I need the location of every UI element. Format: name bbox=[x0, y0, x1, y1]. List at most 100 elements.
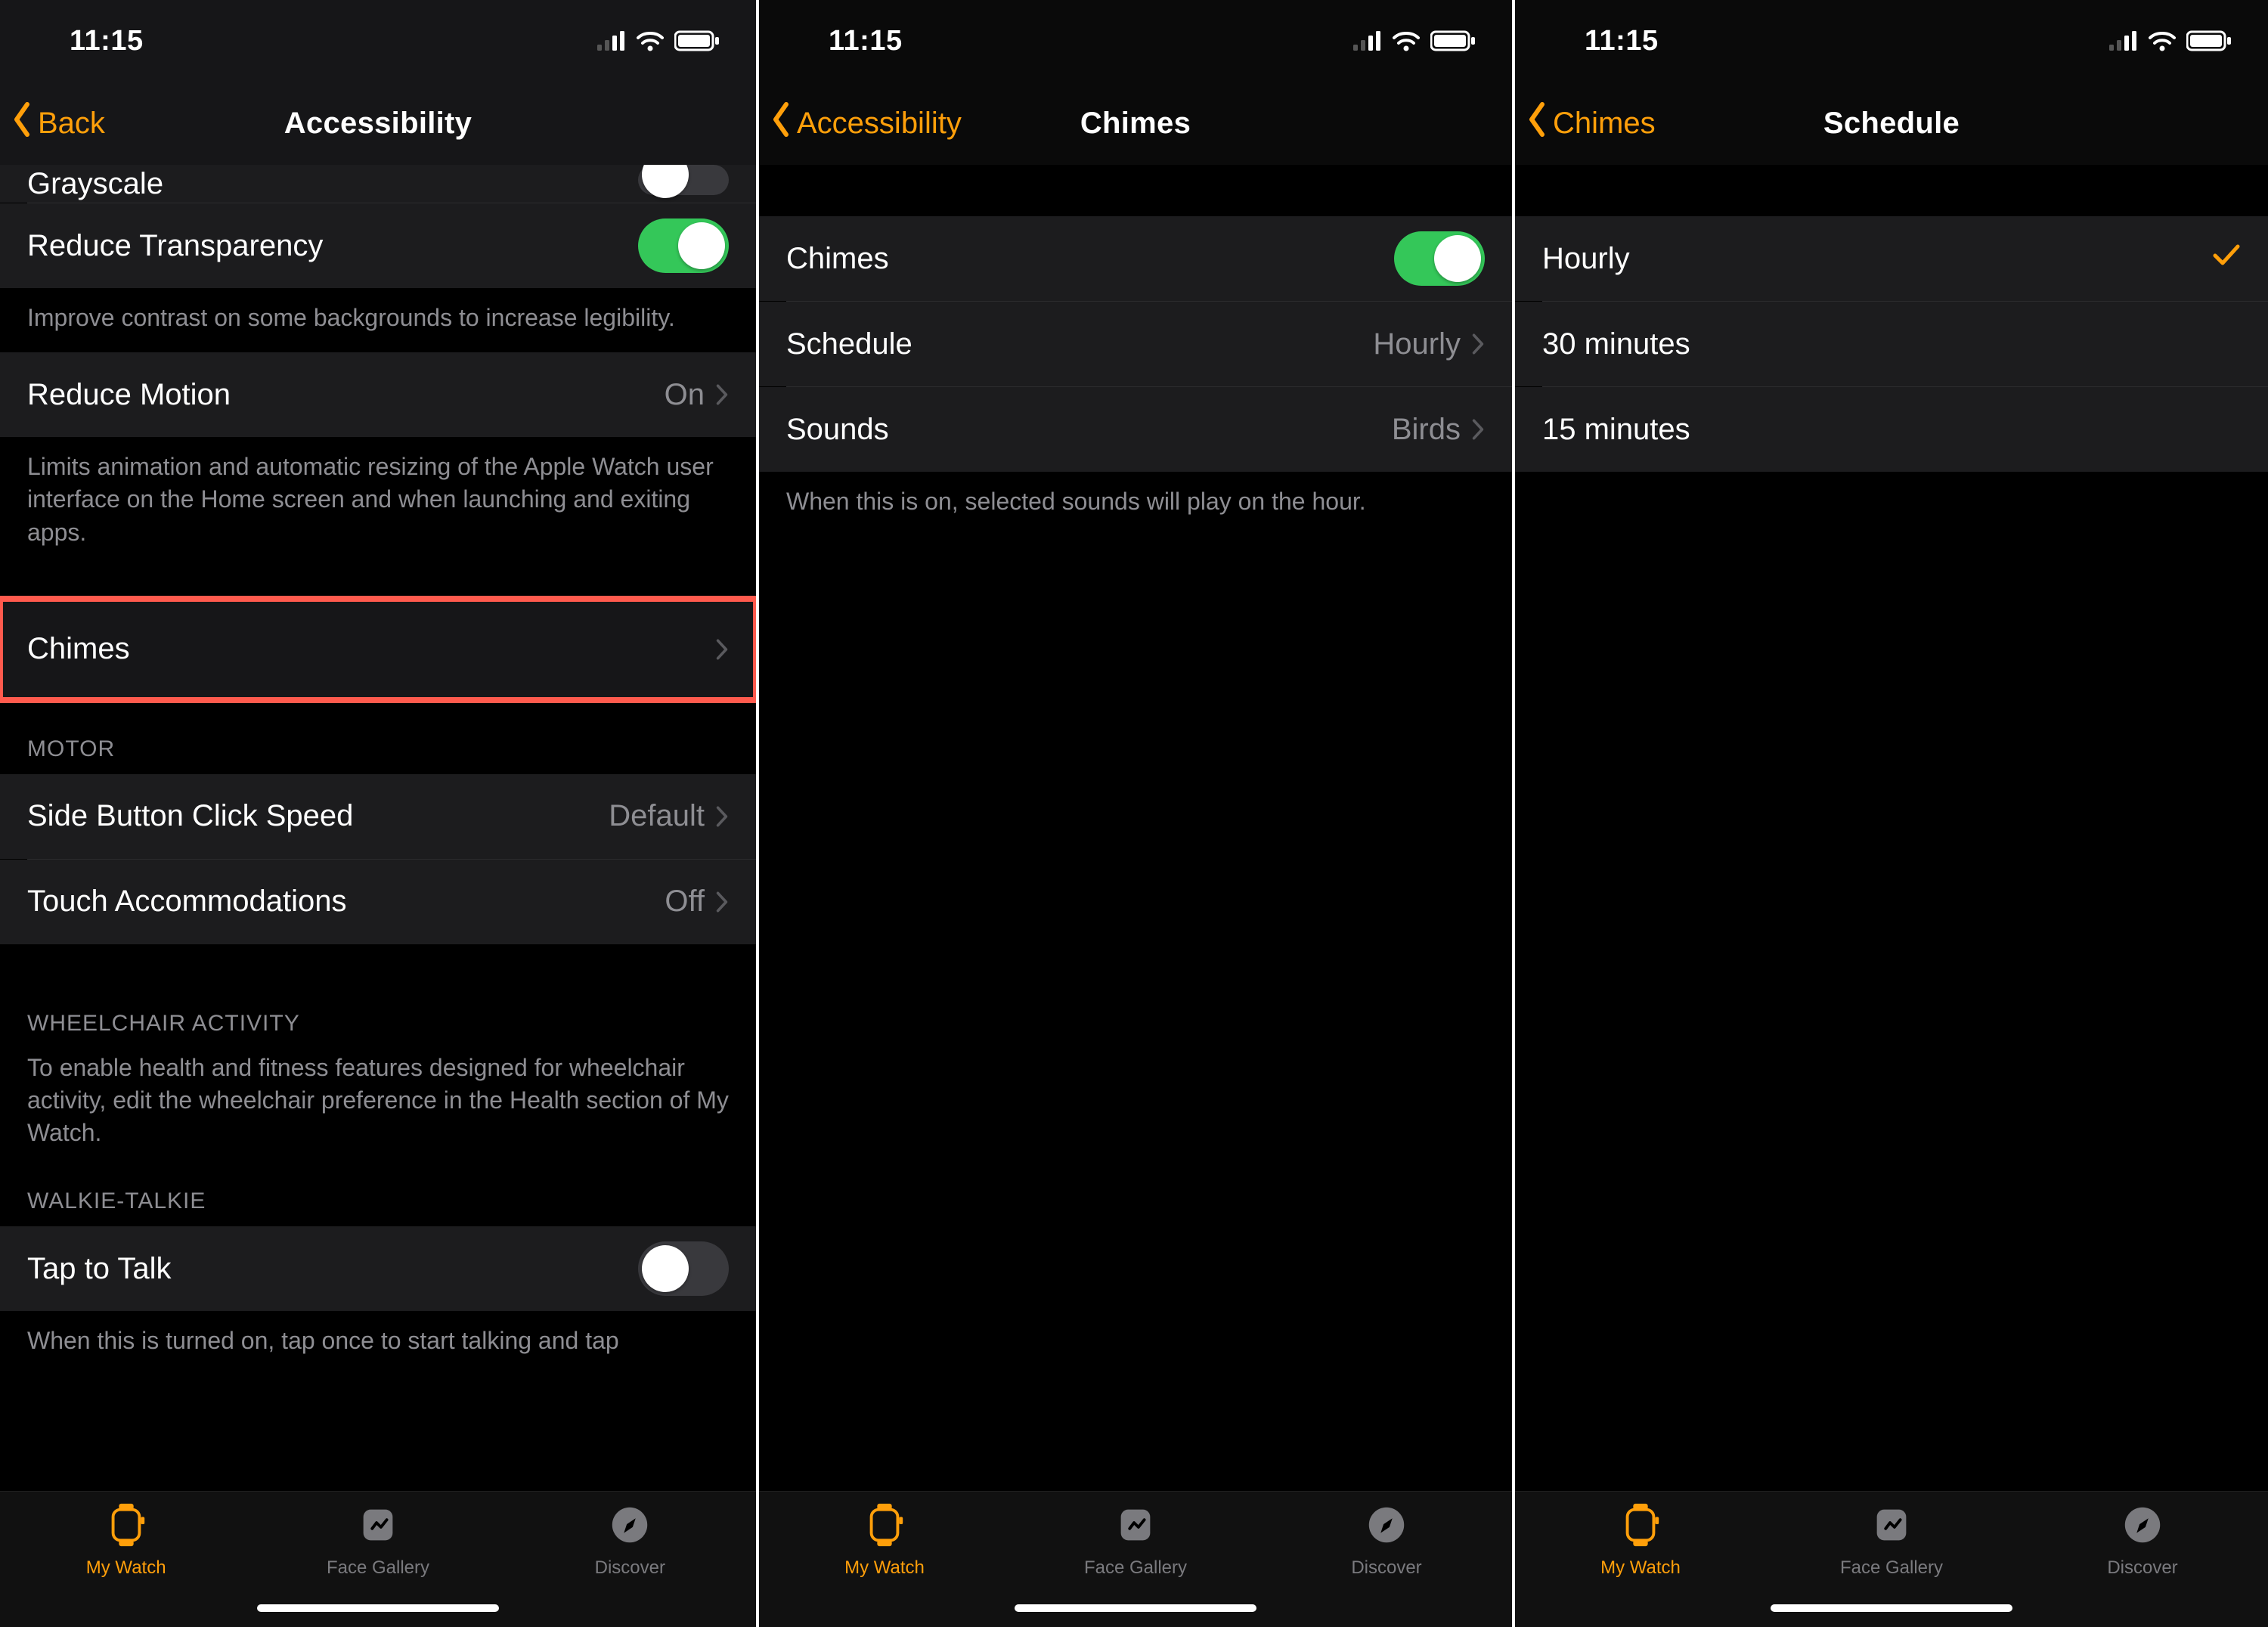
status-indicators bbox=[597, 29, 721, 52]
reduce-motion-value: On bbox=[665, 378, 705, 412]
triple-screenshot-stage: 11:15 Back Accessibility Grayscale Redu bbox=[0, 0, 2268, 1627]
option-label: 30 minutes bbox=[1542, 327, 1690, 361]
status-indicators bbox=[1353, 29, 1477, 52]
chevron-right-icon bbox=[1471, 418, 1485, 441]
tab-label: My Watch bbox=[1600, 1557, 1681, 1579]
screen-accessibility: 11:15 Back Accessibility Grayscale Redu bbox=[0, 0, 756, 1627]
chimes-note: When this is on, selected sounds will pl… bbox=[759, 472, 1512, 536]
grayscale-toggle[interactable] bbox=[638, 165, 729, 195]
tab-label: Face Gallery bbox=[1084, 1557, 1187, 1579]
row-schedule[interactable]: Schedule Hourly bbox=[759, 302, 1512, 386]
chevron-right-icon bbox=[1471, 333, 1485, 355]
row-option-hourly[interactable]: Hourly bbox=[1515, 216, 2268, 301]
home-indicator[interactable] bbox=[257, 1604, 499, 1612]
compass-icon bbox=[1362, 1502, 1411, 1553]
touch-accommodations-label: Touch Accommodations bbox=[27, 885, 346, 919]
cellular-signal-icon bbox=[1353, 29, 1382, 52]
row-option-15-minutes[interactable]: 15 minutes bbox=[1515, 387, 2268, 472]
schedule-value: Hourly bbox=[1373, 327, 1461, 361]
status-time: 11:15 bbox=[38, 25, 144, 57]
row-grayscale[interactable]: Grayscale bbox=[0, 165, 756, 203]
chevron-left-icon bbox=[11, 101, 33, 145]
section-header-wheelchair: WHEELCHAIR ACTIVITY bbox=[0, 944, 756, 1049]
battery-icon bbox=[2186, 29, 2233, 52]
tap-to-talk-label: Tap to Talk bbox=[27, 1252, 172, 1286]
back-button[interactable]: Back bbox=[11, 82, 105, 165]
tab-face-gallery[interactable]: Face Gallery bbox=[252, 1502, 503, 1579]
tab-my-watch[interactable]: My Watch bbox=[759, 1502, 1010, 1579]
tab-label: Discover bbox=[595, 1557, 665, 1579]
chevron-left-icon bbox=[1526, 101, 1548, 145]
status-bar: 11:15 bbox=[0, 0, 756, 82]
nav-bar: Accessibility Chimes bbox=[759, 82, 1512, 165]
status-indicators bbox=[2109, 29, 2233, 52]
compass-icon bbox=[2118, 1502, 2167, 1553]
watch-icon bbox=[1616, 1502, 1665, 1553]
tab-discover[interactable]: Discover bbox=[504, 1502, 756, 1579]
tab-my-watch[interactable]: My Watch bbox=[0, 1502, 252, 1579]
tap-to-talk-toggle[interactable] bbox=[638, 1241, 729, 1296]
tab-label: Discover bbox=[2107, 1557, 2177, 1579]
home-indicator[interactable] bbox=[1015, 1604, 1256, 1612]
back-button[interactable]: Chimes bbox=[1526, 82, 1656, 165]
tab-face-gallery[interactable]: Face Gallery bbox=[1766, 1502, 2017, 1579]
reduce-transparency-label: Reduce Transparency bbox=[27, 229, 323, 263]
home-indicator[interactable] bbox=[1771, 1604, 2012, 1612]
row-side-button-click-speed[interactable]: Side Button Click Speed Default bbox=[0, 774, 756, 859]
row-tap-to-talk[interactable]: Tap to Talk bbox=[0, 1226, 756, 1311]
battery-icon bbox=[674, 29, 721, 52]
tab-label: My Watch bbox=[86, 1557, 166, 1579]
row-touch-accommodations[interactable]: Touch Accommodations Off bbox=[0, 860, 756, 944]
chimes-label: Chimes bbox=[27, 632, 130, 666]
content-scroll[interactable]: Grayscale Reduce Transparency Improve co… bbox=[0, 165, 756, 1627]
status-time: 11:15 bbox=[797, 25, 903, 57]
tab-label: Face Gallery bbox=[327, 1557, 429, 1579]
side-button-label: Side Button Click Speed bbox=[27, 799, 353, 833]
tab-discover[interactable]: Discover bbox=[1261, 1502, 1512, 1579]
content-scroll[interactable]: Chimes Schedule Hourly Sounds Birds When… bbox=[759, 165, 1512, 1627]
face-gallery-icon bbox=[1867, 1502, 1916, 1553]
reduce-transparency-note: Improve contrast on some backgrounds to … bbox=[0, 288, 756, 352]
row-chimes-toggle[interactable]: Chimes bbox=[759, 216, 1512, 301]
content-scroll[interactable]: Hourly 30 minutes 15 minutes bbox=[1515, 165, 2268, 1627]
wheelchair-note: To enable health and fitness features de… bbox=[0, 1049, 756, 1168]
face-gallery-icon bbox=[1111, 1502, 1160, 1553]
nav-bar: Back Accessibility bbox=[0, 82, 756, 165]
row-chimes[interactable]: Chimes bbox=[0, 599, 756, 700]
cellular-signal-icon bbox=[2109, 29, 2138, 52]
row-reduce-transparency[interactable]: Reduce Transparency bbox=[0, 203, 756, 288]
reduce-motion-note: Limits animation and automatic resizing … bbox=[0, 437, 756, 567]
face-gallery-icon bbox=[354, 1502, 402, 1553]
section-header-walkie: WALKIE-TALKIE bbox=[0, 1167, 756, 1226]
tab-my-watch[interactable]: My Watch bbox=[1515, 1502, 1766, 1579]
option-label: 15 minutes bbox=[1542, 413, 1690, 447]
side-button-value: Default bbox=[609, 799, 705, 833]
tab-label: Discover bbox=[1351, 1557, 1421, 1579]
tab-discover[interactable]: Discover bbox=[2017, 1502, 2268, 1579]
back-label: Back bbox=[38, 107, 105, 141]
cellular-signal-icon bbox=[597, 29, 626, 52]
status-bar: 11:15 bbox=[759, 0, 1512, 82]
page-title: Accessibility bbox=[0, 107, 756, 141]
nav-bar: Chimes Schedule bbox=[1515, 82, 2268, 165]
row-sounds[interactable]: Sounds Birds bbox=[759, 387, 1512, 472]
row-option-30-minutes[interactable]: 30 minutes bbox=[1515, 302, 2268, 386]
option-label: Hourly bbox=[1542, 242, 1630, 276]
compass-icon bbox=[606, 1502, 654, 1553]
battery-icon bbox=[1430, 29, 1477, 52]
checkmark-icon bbox=[2212, 240, 2241, 277]
grayscale-label: Grayscale bbox=[27, 167, 163, 201]
tab-face-gallery[interactable]: Face Gallery bbox=[1010, 1502, 1261, 1579]
status-bar: 11:15 bbox=[1515, 0, 2268, 82]
screen-chimes: 11:15 Accessibility Chimes Chimes Schedu bbox=[756, 0, 1512, 1627]
tab-label: My Watch bbox=[844, 1557, 925, 1579]
chimes-toggle[interactable] bbox=[1394, 231, 1485, 286]
reduce-motion-label: Reduce Motion bbox=[27, 378, 231, 412]
chimes-label: Chimes bbox=[786, 242, 889, 276]
touch-accommodations-value: Off bbox=[665, 885, 705, 919]
wifi-icon bbox=[2149, 30, 2176, 51]
back-button[interactable]: Accessibility bbox=[770, 82, 962, 165]
wifi-icon bbox=[1393, 30, 1420, 51]
row-reduce-motion[interactable]: Reduce Motion On bbox=[0, 352, 756, 437]
reduce-transparency-toggle[interactable] bbox=[638, 218, 729, 273]
